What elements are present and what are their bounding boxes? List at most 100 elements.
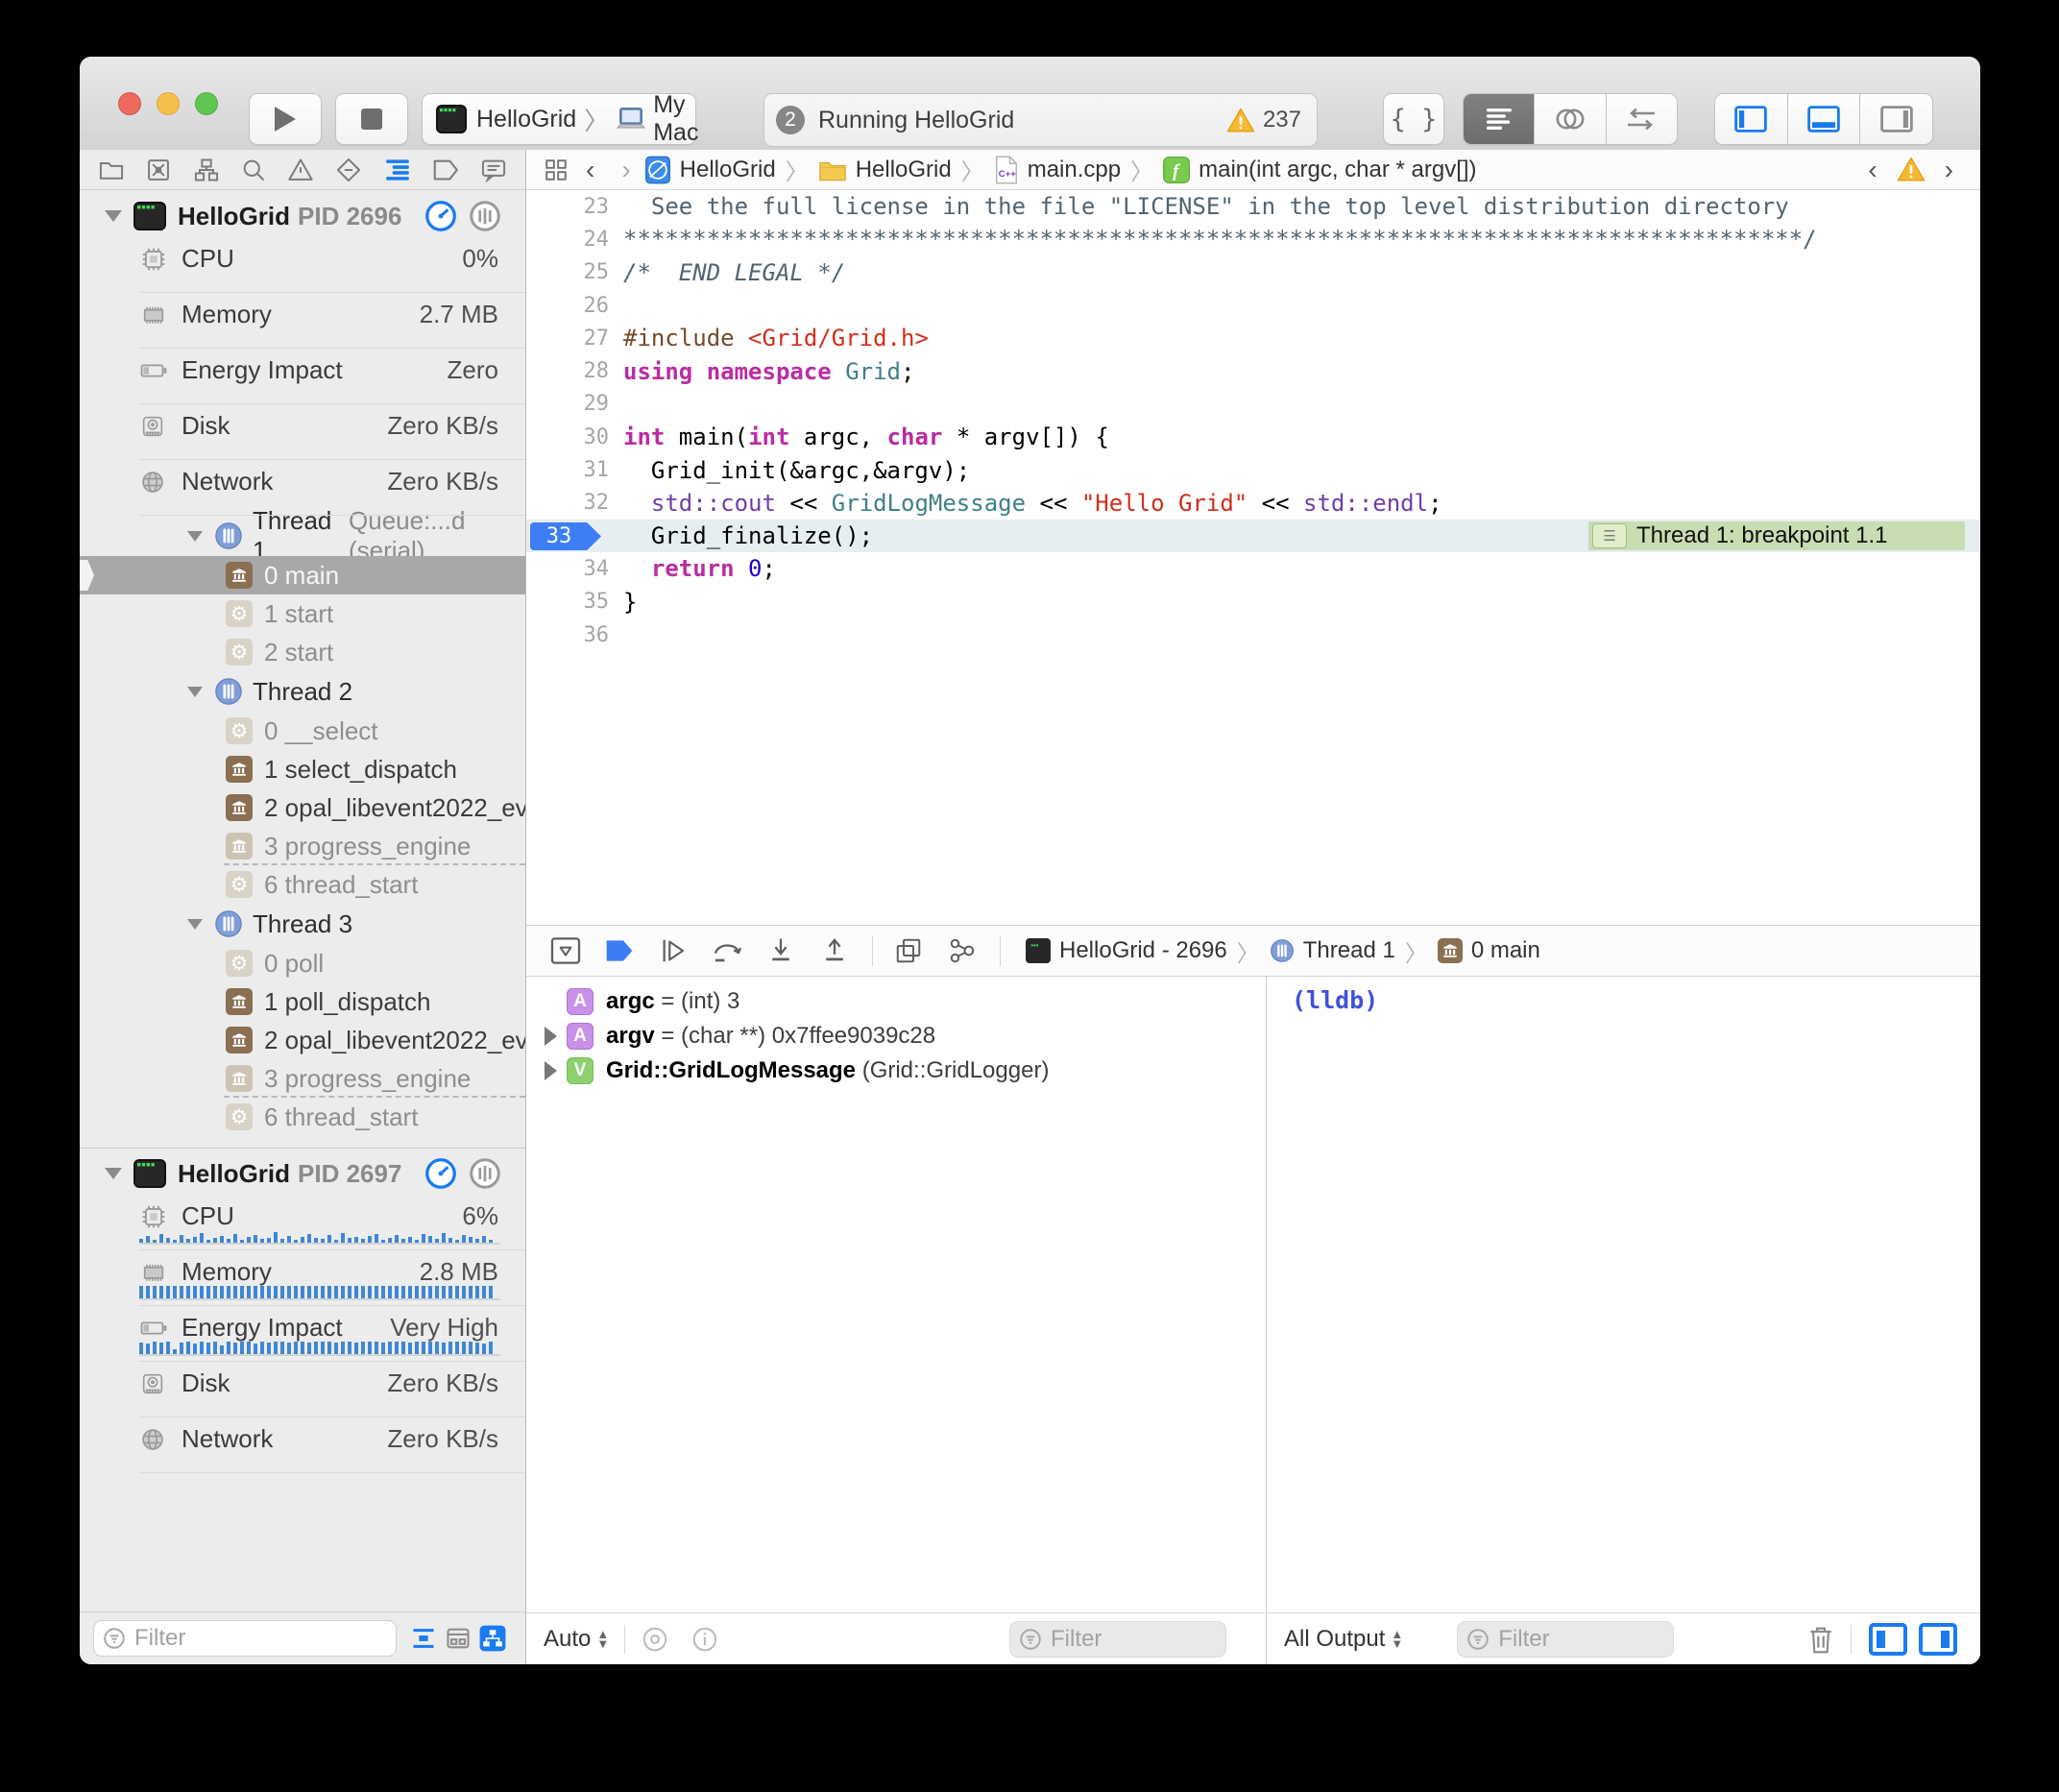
line-number[interactable]: 23 [526, 195, 609, 219]
line-number[interactable]: 31 [526, 458, 609, 482]
memory-columns-icon[interactable] [468, 199, 502, 233]
stat-row-disk[interactable]: DiskZero KB/s [80, 404, 525, 460]
performance-gauge-icon[interactable] [424, 1156, 458, 1191]
navigator-tab-debug[interactable] [383, 157, 412, 182]
line-number[interactable]: 28 [526, 359, 609, 383]
next-issue-button[interactable]: › [1931, 157, 1967, 183]
stat-row-memory[interactable]: Memory2.8 MB [80, 1250, 525, 1306]
breadcrumb-item[interactable]: main.cpp [1028, 157, 1121, 183]
stat-row-network[interactable]: NetworkZero KB/s [80, 1417, 525, 1473]
toggle-debug-area-button[interactable] [1787, 94, 1860, 144]
stack-frame-row[interactable]: 2 opal_libevent2022_ev… [80, 1021, 525, 1059]
assistant-editor-button[interactable] [1534, 94, 1605, 144]
code-line-25[interactable]: 25/* END LEGAL */ [526, 256, 1980, 289]
step-out-button[interactable] [818, 934, 851, 967]
code-line-28[interactable]: 28using namespace Grid; [526, 354, 1980, 387]
stack-frame-row[interactable]: ⚙0 __select [80, 712, 525, 750]
view-by-process-icon[interactable] [479, 1625, 506, 1652]
debug-frame-label[interactable]: 0 main [1471, 937, 1540, 964]
variable-row[interactable]: VGrid::GridLogMessage (Grid::GridLogger) [526, 1053, 1265, 1088]
stop-button[interactable] [335, 93, 408, 145]
thread-row[interactable]: Thread 3 [80, 904, 525, 944]
breadcrumb-item[interactable]: HelloGrid [856, 157, 952, 183]
line-number[interactable]: 36 [526, 623, 609, 647]
zoom-window-button[interactable] [195, 92, 218, 115]
info-icon[interactable] [690, 1625, 719, 1654]
debug-process-label[interactable]: HelloGrid - 2696 [1059, 937, 1227, 964]
stack-frame-row[interactable]: 3 progress_engine [80, 1059, 525, 1098]
navigator-tab-tests[interactable] [334, 157, 363, 183]
variables-filter-field[interactable]: Filter [1009, 1621, 1226, 1658]
stack-frame-row[interactable]: 1 poll_dispatch [80, 982, 525, 1021]
show-variables-view-button[interactable] [1867, 1622, 1909, 1657]
stat-row-energy-impact[interactable]: Energy ImpactVery High [80, 1306, 525, 1362]
lldb-prompt[interactable]: (lldb) [1292, 986, 1378, 1014]
stack-frame-row[interactable]: 1 select_dispatch [80, 750, 525, 788]
activity-status-view[interactable]: 2 Running HelloGrid 237 [763, 93, 1318, 147]
stack-frame-row[interactable]: 3 progress_engine [80, 827, 525, 865]
breadcrumb-item[interactable]: main(int argc, char * argv[]) [1199, 157, 1476, 183]
navigator-tab-search[interactable] [240, 157, 267, 183]
version-editor-button[interactable] [1606, 94, 1677, 144]
memory-graph-button[interactable] [946, 934, 979, 967]
memory-columns-icon[interactable] [468, 1156, 502, 1191]
line-number[interactable]: 27 [526, 327, 609, 351]
show-console-view-button[interactable] [1917, 1622, 1959, 1657]
continue-button[interactable] [657, 934, 690, 967]
variable-row[interactable]: Aargv = (char **) 0x7ffee9039c28 [526, 1019, 1265, 1053]
navigator-tab-symbols[interactable] [192, 157, 221, 183]
stack-frame-row[interactable]: 0 main [80, 556, 525, 594]
code-line-32[interactable]: 32 std::cout << GridLogMessage << "Hello… [526, 487, 1980, 520]
debug-thread-label[interactable]: Thread 1 [1303, 937, 1395, 964]
stack-frame-row[interactable]: ⚙6 thread_start [80, 865, 525, 904]
breakpoint-annotation[interactable]: ☰Thread 1: breakpoint 1.1 [1588, 521, 1965, 550]
line-number[interactable]: 25 [526, 260, 609, 284]
stat-row-cpu[interactable]: CPU6% [80, 1195, 525, 1250]
go-forward-button[interactable]: › [608, 157, 643, 183]
hide-debug-area-button[interactable] [549, 934, 582, 967]
toggle-navigator-button[interactable] [1715, 94, 1787, 144]
navigator-tab-project[interactable] [97, 157, 126, 183]
close-window-button[interactable] [118, 92, 141, 115]
code-line-30[interactable]: 30int main(int argc, char * argv[]) { [526, 421, 1980, 453]
code-line-33[interactable]: 33 Grid_finalize();☰Thread 1: breakpoint… [526, 520, 1980, 552]
line-number[interactable]: 34 [526, 557, 609, 581]
line-number[interactable]: 26 [526, 294, 609, 318]
minimize-window-button[interactable] [157, 92, 180, 115]
thread-row[interactable]: Thread 1Queue:...d (serial) [80, 516, 525, 556]
navigator-tab-breakpoints[interactable] [431, 157, 460, 182]
breadcrumb-item[interactable]: HelloGrid [680, 157, 776, 183]
process-terminal-icon[interactable] [1026, 938, 1051, 963]
console-output-mode-selector[interactable]: All Output [1284, 1626, 1385, 1653]
variables-scope-selector[interactable]: Auto [544, 1626, 591, 1653]
thread-row[interactable]: Thread 2 [80, 671, 525, 712]
stack-frame-row[interactable]: ⚙0 poll [80, 944, 525, 982]
line-number[interactable]: 35 [526, 590, 609, 614]
disclosure-triangle-icon[interactable] [545, 1027, 557, 1046]
stat-row-energy-impact[interactable]: Energy ImpactZero [80, 349, 525, 404]
code-line-36[interactable]: 36 [526, 618, 1980, 651]
code-line-34[interactable]: 34 return 0; [526, 552, 1980, 585]
previous-issue-button[interactable]: ‹ [1854, 157, 1890, 183]
stat-row-cpu[interactable]: CPU0% [80, 237, 525, 293]
debug-view-hierarchy-button[interactable] [892, 934, 925, 967]
stat-row-network[interactable]: NetworkZero KB/s [80, 460, 525, 516]
stack-frame-row[interactable]: ⚙1 start [80, 594, 525, 633]
disclosure-triangle-icon[interactable] [545, 1061, 557, 1080]
code-line-26[interactable]: 26 [526, 289, 1980, 322]
variable-row[interactable]: Aargc = (int) 3 [526, 984, 1265, 1019]
process-row[interactable]: HelloGridPID 2697 [80, 1152, 525, 1195]
stat-row-memory[interactable]: Memory2.7 MB [80, 293, 525, 349]
navigator-tab-source-control[interactable] [145, 157, 172, 183]
navigator-tab-reports[interactable] [479, 157, 508, 183]
quick-look-icon[interactable] [641, 1625, 669, 1654]
code-line-23[interactable]: 23 See the full license in the file "LIC… [526, 190, 1980, 223]
line-number[interactable]: 30 [526, 425, 609, 449]
call-tree-view-icon[interactable] [445, 1625, 472, 1652]
code-snippets-button[interactable]: { } [1383, 93, 1444, 145]
clear-console-button[interactable] [1806, 1624, 1835, 1655]
step-into-button[interactable] [764, 934, 797, 967]
code-line-29[interactable]: 29 [526, 388, 1980, 421]
scheme-selector[interactable]: HelloGrid 〉 My Mac [422, 93, 696, 145]
standard-editor-button[interactable] [1464, 94, 1534, 144]
